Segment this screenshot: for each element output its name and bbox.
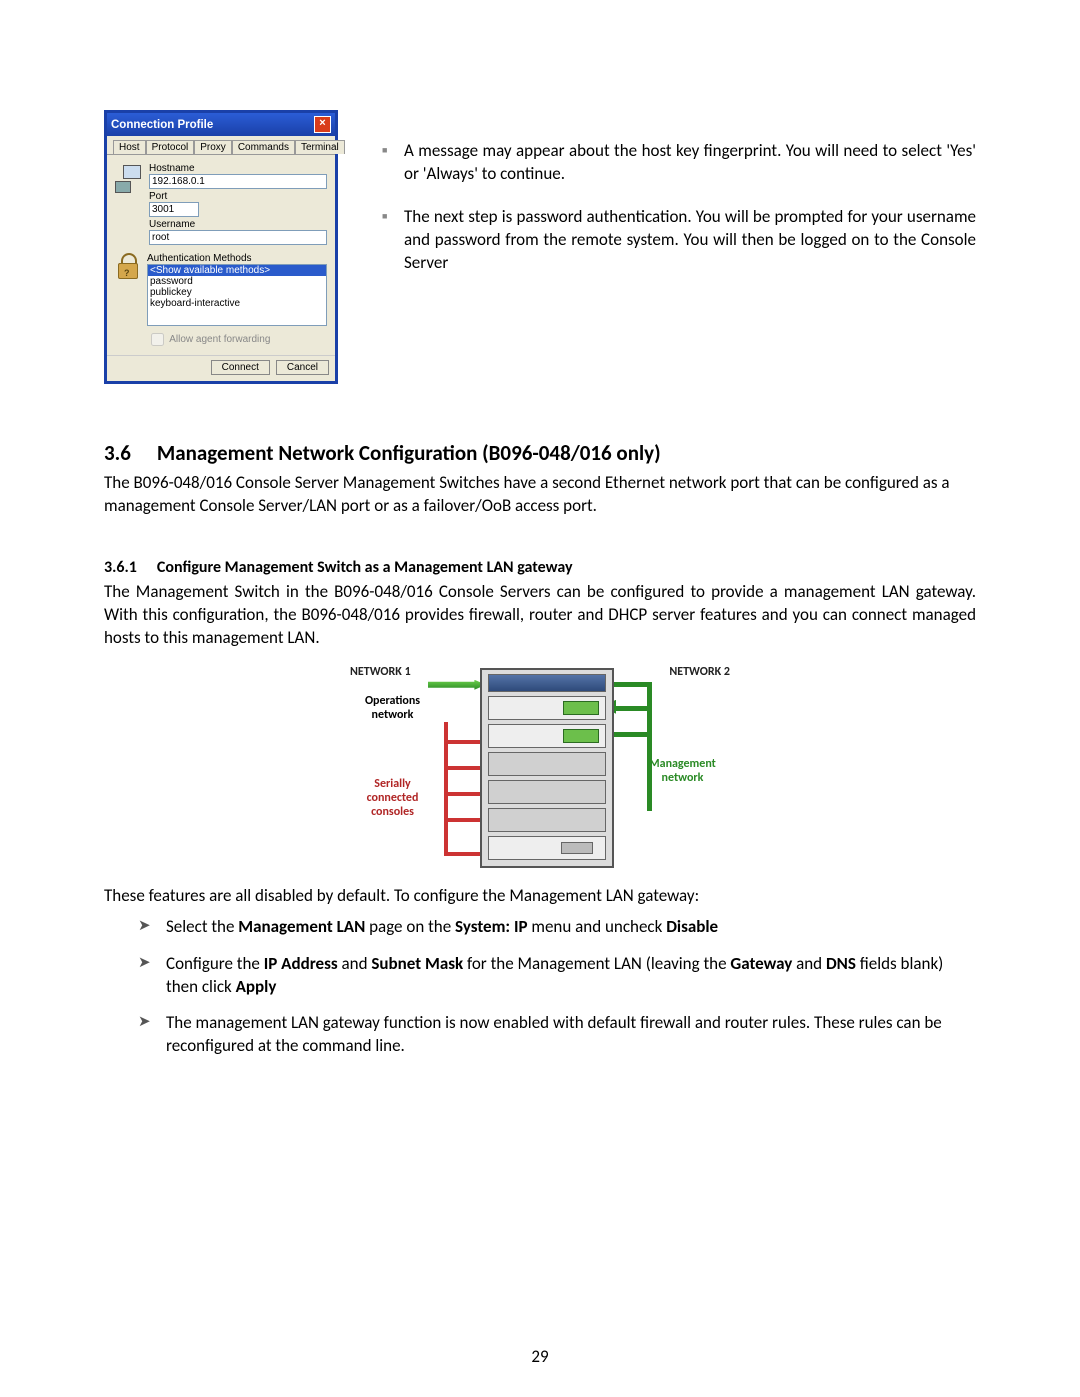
port-input[interactable] xyxy=(149,202,199,217)
auth-option-show[interactable]: <Show available methods> xyxy=(148,265,326,276)
close-icon[interactable]: × xyxy=(314,116,331,133)
steps-list: Select the Management LAN page on the Sy… xyxy=(138,916,976,1059)
page-number: 29 xyxy=(0,1346,1080,1367)
line-icon xyxy=(612,706,652,711)
hostname-label: Hostname xyxy=(149,163,327,174)
heading-num: 3.6.1 xyxy=(104,558,137,577)
heading-3-6-1: 3.6.1 Configure Management Switch as a M… xyxy=(104,558,976,577)
arrow-icon xyxy=(428,680,486,690)
heading-3-6: 3.6 Management Network Configuration (B0… xyxy=(104,440,976,466)
username-input[interactable] xyxy=(149,230,327,245)
agent-forwarding-checkbox[interactable] xyxy=(151,333,164,346)
auth-option-kbd-int[interactable]: keyboard-interactive xyxy=(148,298,326,309)
label-network-1: NETWORK 1 xyxy=(350,665,411,679)
label-operations-network: Operations network xyxy=(350,694,435,722)
hostname-input[interactable] xyxy=(149,174,327,189)
dialog-titlebar: Connection Profile × xyxy=(107,113,335,136)
note-host-key: A message may appear about the host key … xyxy=(378,140,976,186)
port-label: Port xyxy=(149,191,327,202)
dialog-title: Connection Profile xyxy=(111,119,213,131)
step-1: Select the Management LAN page on the Sy… xyxy=(138,916,976,939)
lock-icon: ? xyxy=(115,253,141,279)
tab-terminal[interactable]: Terminal xyxy=(295,140,345,154)
side-notes: A message may appear about the host key … xyxy=(378,110,976,295)
note-password-auth: The next step is password authentication… xyxy=(378,206,976,275)
auth-methods-label: Authentication Methods xyxy=(147,253,327,264)
section-3-6-1-p1: The Management Switch in the B096-048/01… xyxy=(104,581,976,650)
tab-commands[interactable]: Commands xyxy=(232,140,295,154)
tab-proxy[interactable]: Proxy xyxy=(194,140,232,154)
line-icon xyxy=(444,766,480,770)
auth-option-publickey[interactable]: publickey xyxy=(148,287,326,298)
heading-title: Configure Management Switch as a Managem… xyxy=(157,558,573,577)
section-3-6-p1: The B096-048/016 Console Server Manageme… xyxy=(104,472,976,518)
step-3: The management LAN gateway function is n… xyxy=(138,1012,976,1058)
agent-forwarding-label: Allow agent forwarding xyxy=(169,334,270,345)
label-serial-consoles: Serially connected consoles xyxy=(350,777,435,819)
heading-title: Management Network Configuration (B096-0… xyxy=(157,440,661,466)
line-icon xyxy=(444,792,480,796)
line-icon xyxy=(444,818,480,822)
line-icon xyxy=(612,732,652,737)
tab-row: Host Protocol Proxy Commands Terminal xyxy=(107,136,335,155)
tab-protocol[interactable]: Protocol xyxy=(146,140,195,154)
step-2: Configure the IP Address and Subnet Mask… xyxy=(138,953,976,999)
username-label: Username xyxy=(149,219,327,230)
label-network-2: NETWORK 2 xyxy=(669,665,730,679)
line-icon xyxy=(444,740,480,744)
auth-option-password[interactable]: password xyxy=(148,276,326,287)
auth-methods-list[interactable]: <Show available methods> password public… xyxy=(147,264,327,326)
network-diagram: NETWORK 1 NETWORK 2 Operations network M… xyxy=(350,662,730,872)
tab-host[interactable]: Host xyxy=(113,140,146,154)
heading-num: 3.6 xyxy=(104,440,131,466)
post-diagram-text: These features are all disabled by defau… xyxy=(104,885,976,908)
connect-button[interactable]: Connect xyxy=(211,360,270,375)
rack-icon xyxy=(480,668,614,868)
connection-profile-dialog: Connection Profile × Host Protocol Proxy… xyxy=(104,110,338,384)
host-icon xyxy=(115,165,141,193)
cancel-button[interactable]: Cancel xyxy=(276,360,329,375)
